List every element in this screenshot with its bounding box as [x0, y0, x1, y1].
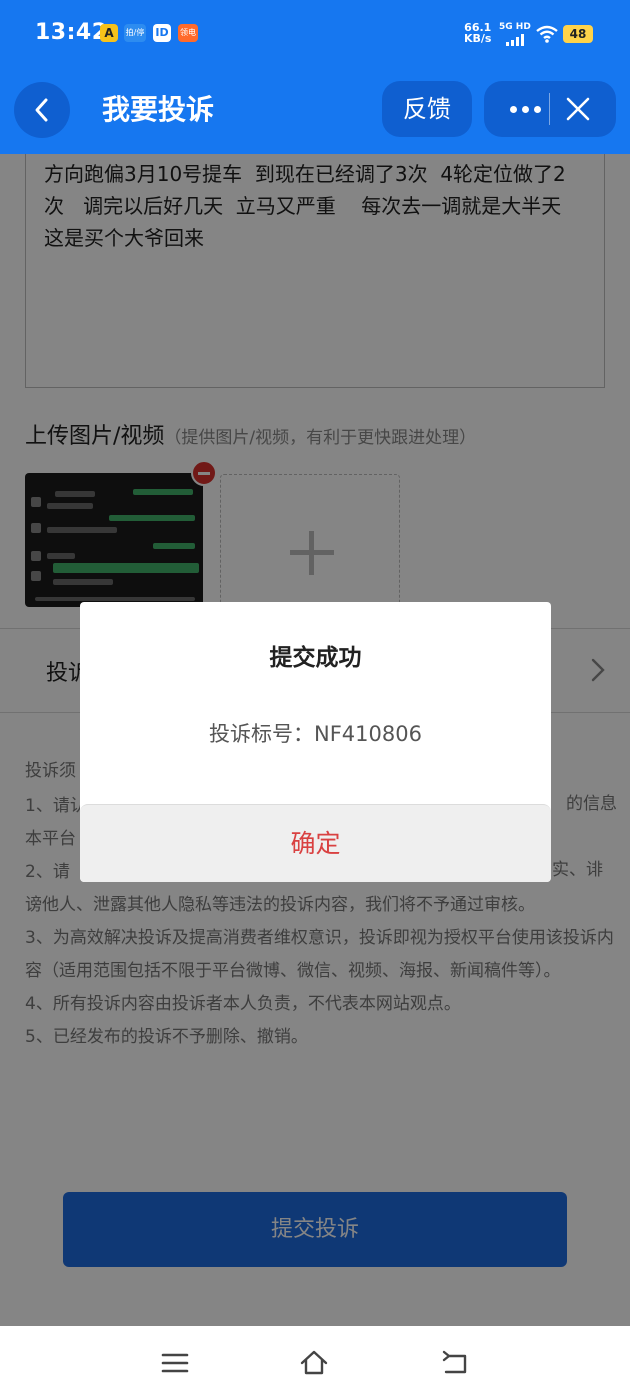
chevron-left-icon: [35, 98, 48, 122]
signal-icon: [506, 34, 528, 46]
more-dots-icon[interactable]: [502, 81, 548, 137]
status-app-icon: A: [100, 24, 118, 42]
status-app-icon: ID: [153, 24, 171, 42]
network-type: 5G HD: [499, 22, 531, 32]
capsule-divider: [549, 93, 550, 125]
nav-bar: 我要投诉 反馈: [0, 66, 630, 154]
battery-indicator: 48: [563, 25, 593, 43]
status-app-icon: 拍/停: [124, 24, 146, 42]
status-app-icon: 领电: [178, 24, 198, 42]
page-title: 我要投诉: [102, 93, 215, 126]
confirm-button[interactable]: 确定: [80, 804, 551, 882]
feedback-button[interactable]: 反馈: [382, 81, 472, 137]
system-nav-bar: [0, 1326, 630, 1400]
network-speed: 66.1 KB/s: [464, 22, 491, 44]
status-time: 13:42: [35, 20, 108, 45]
network-speed-unit: KB/s: [464, 32, 492, 45]
menu-icon[interactable]: [160, 1348, 190, 1378]
success-dialog: 提交成功 投诉标号：NF410806 确定: [80, 602, 551, 882]
complaint-number: 投诉标号：NF410806: [209, 722, 422, 746]
wifi-icon: [536, 25, 558, 43]
close-icon[interactable]: [564, 95, 592, 123]
status-bar: 13:42 A 拍/停 ID 领电 66.1 KB/s 5G HD 48: [0, 0, 630, 66]
mini-program-capsule: [484, 81, 616, 137]
back-nav-icon[interactable]: [440, 1348, 470, 1378]
home-icon[interactable]: [299, 1348, 329, 1378]
back-button[interactable]: [14, 82, 70, 138]
dialog-title: 提交成功: [269, 645, 362, 671]
